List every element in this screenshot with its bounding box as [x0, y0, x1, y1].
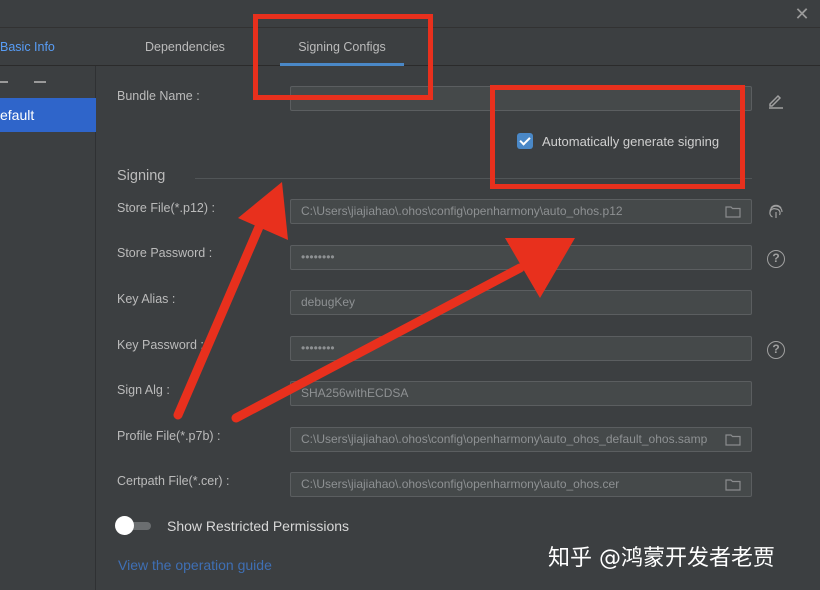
key-password-label: Key Password : — [117, 338, 204, 352]
key-password-field[interactable]: •••••••• — [290, 336, 752, 361]
sign-alg-field[interactable]: SHA256withECDSA — [290, 381, 752, 406]
fingerprint-icon[interactable] — [767, 202, 787, 222]
signing-section-title: Signing — [117, 168, 166, 184]
annotation-box-auto-sign — [490, 85, 745, 189]
config-sidebar: efault — [0, 66, 96, 590]
add-config-icon[interactable] — [0, 74, 10, 90]
store-password-field[interactable]: •••••••• — [290, 245, 752, 270]
store-file-label: Store File(*.p12) : — [117, 201, 215, 215]
tab-dependencies[interactable]: Dependencies — [145, 28, 225, 66]
sign-alg-value: SHA256withECDSA — [301, 386, 409, 400]
annotation-box-signing-tab — [253, 14, 433, 100]
store-password-value: •••••••• — [301, 250, 335, 264]
tab-basic-info[interactable]: Basic Info — [0, 28, 55, 66]
certpath-file-value: C:\Users\jiajiahao\.ohos\config\openharm… — [301, 477, 620, 491]
profile-file-field[interactable]: C:\Users\jiajiahao\.ohos\config\openharm… — [290, 427, 752, 452]
folder-icon[interactable] — [725, 433, 741, 446]
operation-guide-link[interactable]: View the operation guide — [118, 557, 272, 573]
key-password-help-icon[interactable]: ? — [767, 341, 787, 361]
sign-alg-label: Sign Alg : — [117, 383, 170, 397]
store-password-help-icon[interactable]: ? — [767, 250, 787, 270]
store-file-value: C:\Users\jiajiahao\.ohos\config\openharm… — [301, 204, 623, 218]
edit-icon[interactable] — [767, 91, 787, 111]
sidebar-item-default[interactable]: efault — [0, 98, 96, 132]
store-password-label: Store Password : — [117, 246, 213, 260]
show-restricted-label: Show Restricted Permissions — [167, 518, 350, 534]
show-restricted-toggle-row[interactable]: Show Restricted Permissions — [115, 516, 350, 536]
close-icon[interactable]: ✕ — [792, 4, 812, 24]
folder-icon[interactable] — [725, 205, 741, 218]
key-alias-label: Key Alias : — [117, 292, 176, 306]
bundle-name-label: Bundle Name : — [117, 89, 200, 103]
certpath-file-label: Certpath File(*.cer) : — [117, 474, 230, 488]
watermark: 知乎 @鸿蒙开发者老贾 — [548, 546, 775, 571]
remove-config-icon[interactable] — [32, 74, 48, 90]
sidebar-toolbar — [0, 74, 96, 90]
show-restricted-toggle[interactable] — [115, 516, 151, 535]
certpath-file-field[interactable]: C:\Users\jiajiahao\.ohos\config\openharm… — [290, 472, 752, 497]
key-alias-field[interactable]: debugKey — [290, 290, 752, 315]
profile-file-value: C:\Users\jiajiahao\.ohos\config\openharm… — [301, 432, 708, 446]
folder-icon[interactable] — [725, 478, 741, 491]
store-file-field[interactable]: C:\Users\jiajiahao\.ohos\config\openharm… — [290, 199, 752, 224]
profile-file-label: Profile File(*.p7b) : — [117, 429, 221, 443]
toggle-knob — [115, 516, 134, 535]
key-password-value: •••••••• — [301, 341, 335, 355]
key-alias-value: debugKey — [301, 295, 356, 309]
